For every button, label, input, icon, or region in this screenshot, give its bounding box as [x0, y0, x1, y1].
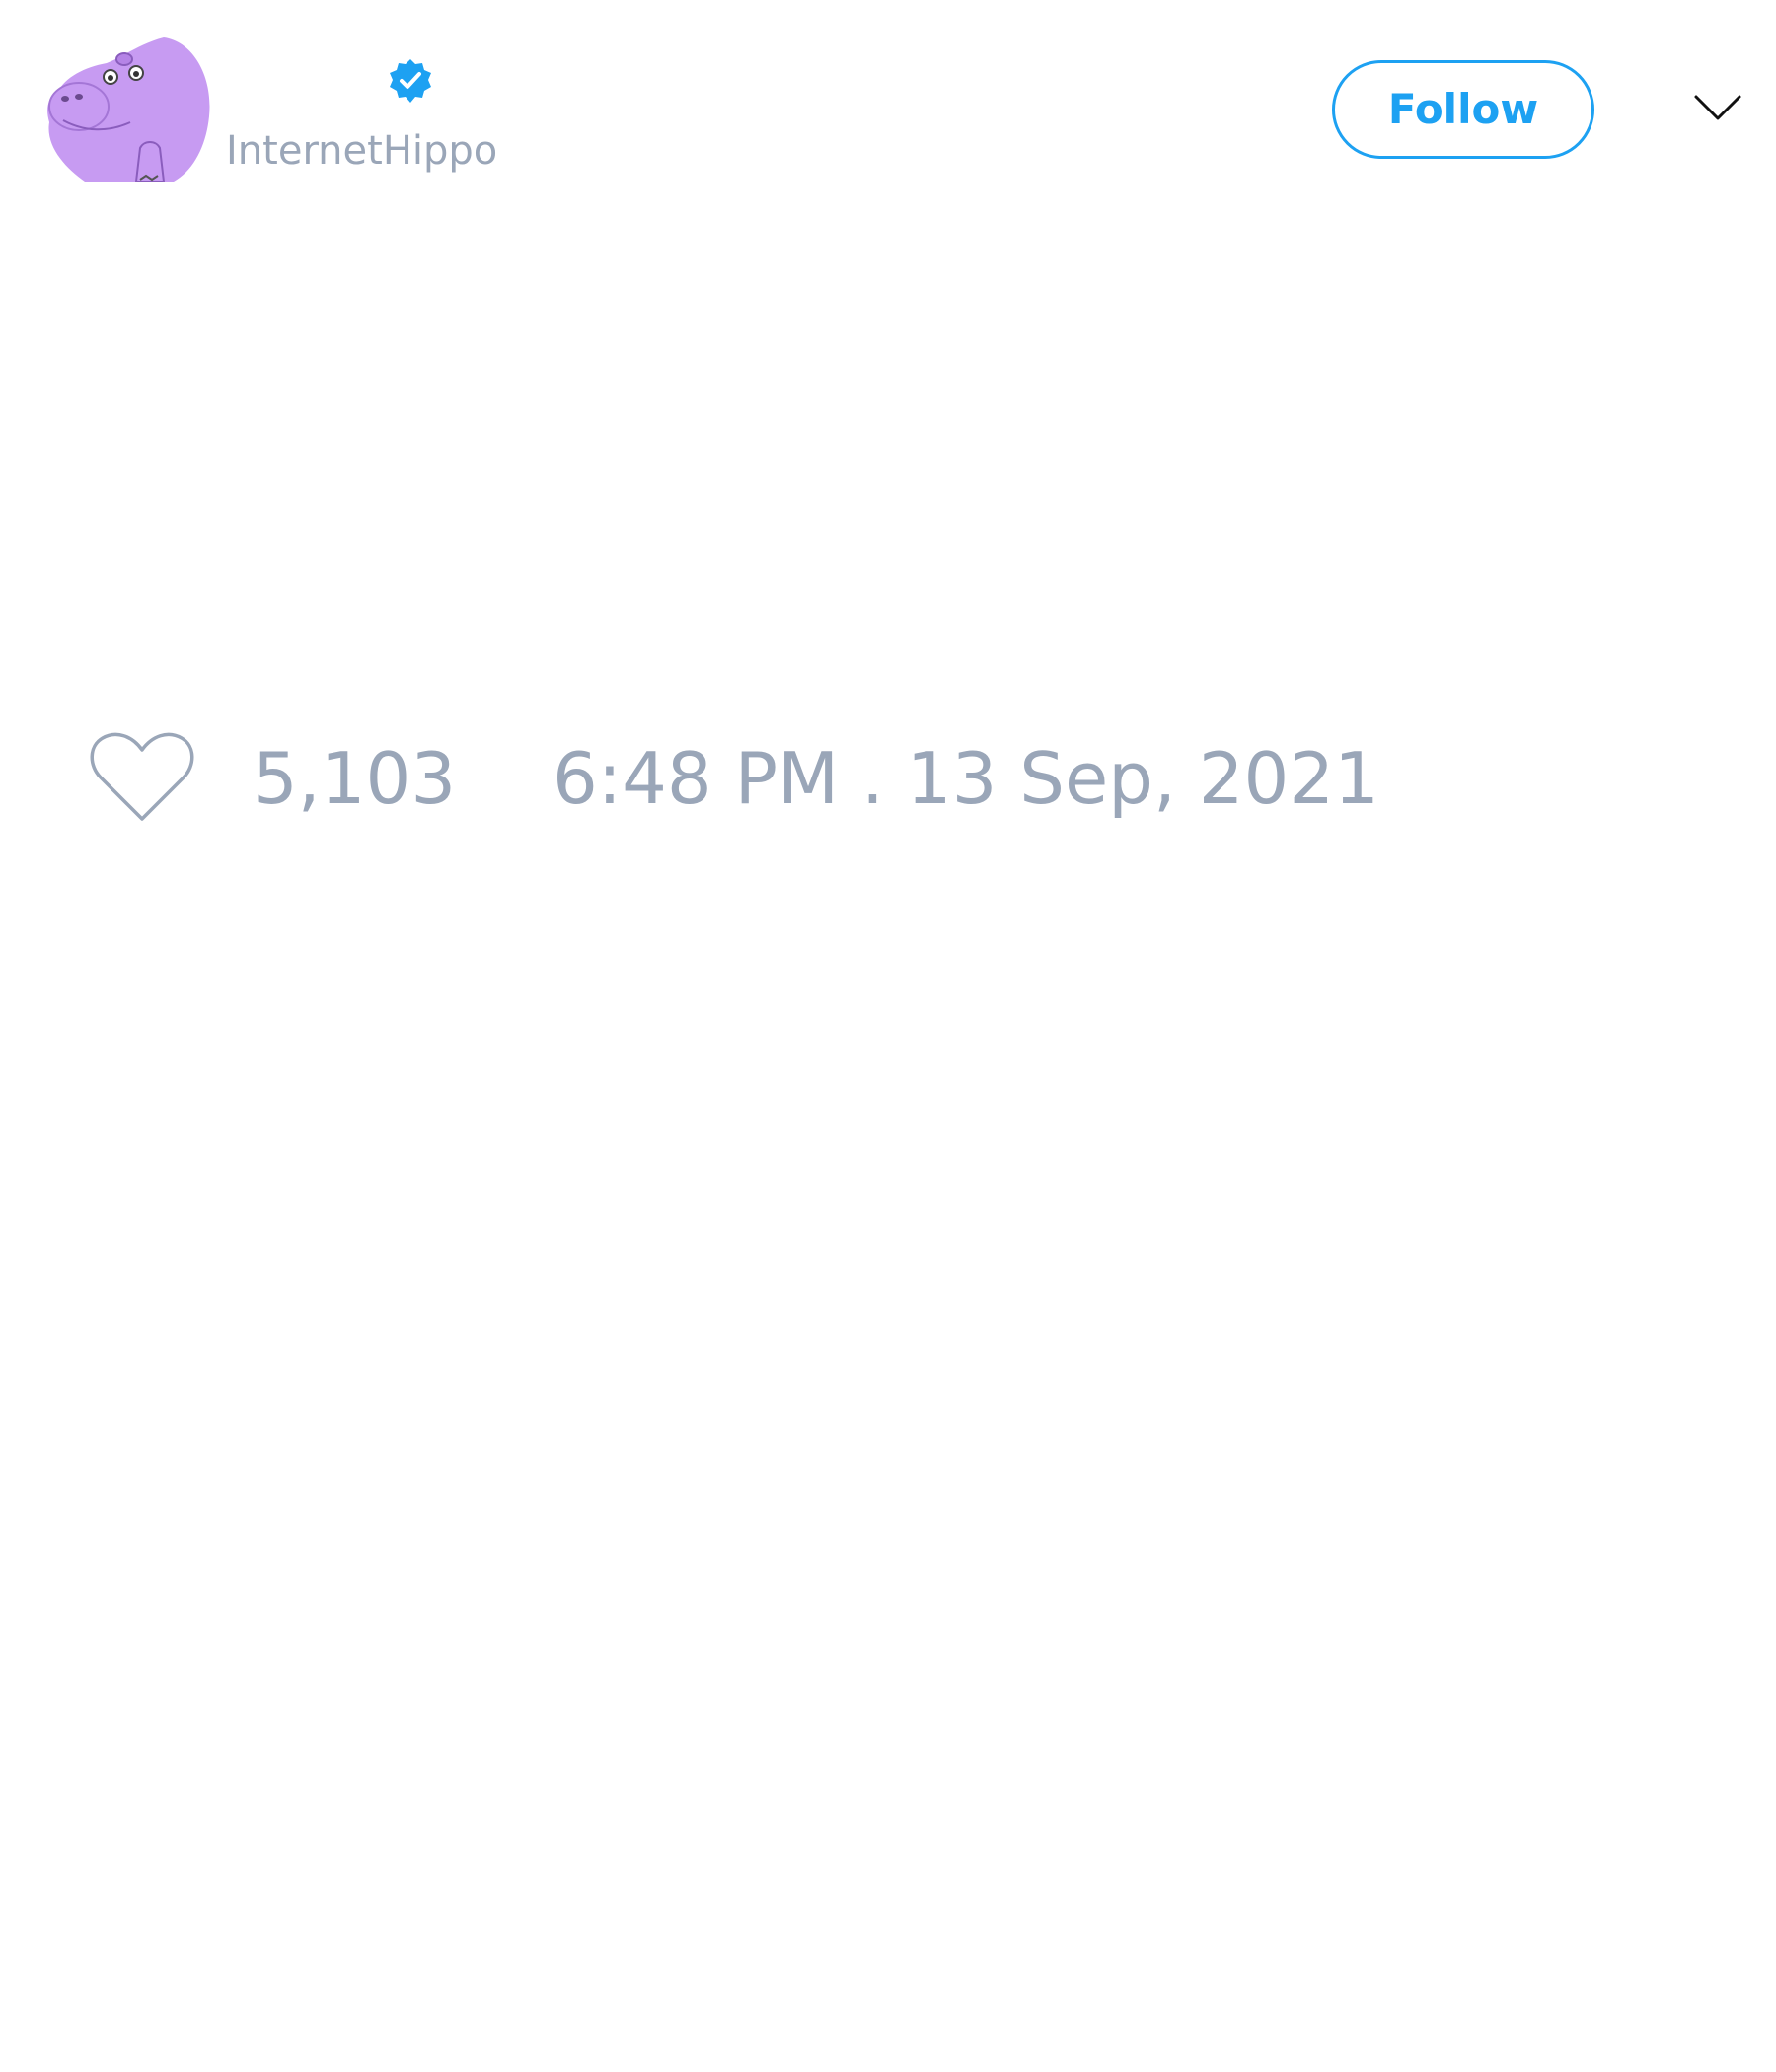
verified-badge-icon — [387, 57, 434, 105]
tweet-card: InternetHippo Follow 5,103 6:48 PM . 13 … — [0, 0, 1776, 2072]
avatar[interactable] — [45, 37, 213, 182]
user-handle[interactable]: InternetHippo — [226, 126, 497, 176]
follow-button[interactable]: Follow — [1332, 60, 1594, 159]
tweet-footer: 5,103 6:48 PM . 13 Sep, 2021 — [0, 730, 1776, 829]
like-count: 5,103 — [253, 737, 457, 820]
hippo-icon — [47, 37, 210, 182]
timestamp[interactable]: 6:48 PM . 13 Sep, 2021 — [553, 736, 1379, 821]
chevron-down-icon[interactable] — [1693, 91, 1742, 124]
heart-icon[interactable] — [89, 730, 195, 825]
